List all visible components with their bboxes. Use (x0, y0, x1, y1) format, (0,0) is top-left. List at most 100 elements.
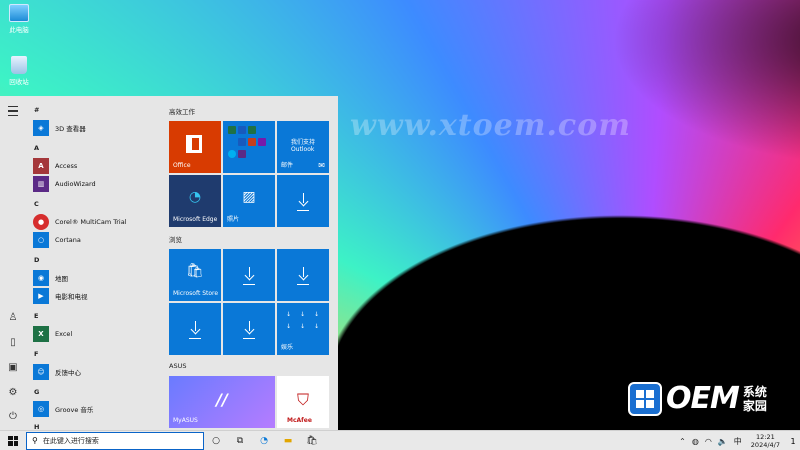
office-icon (186, 135, 202, 153)
word-mini-icon (238, 126, 246, 134)
app-audiowizard[interactable]: ▥ AudioWizard (33, 176, 96, 192)
download-icon: ↓ (313, 323, 320, 330)
power-icon[interactable]: ⏻ (6, 409, 20, 423)
edge-taskbar-icon[interactable]: ◔ (252, 431, 276, 450)
download-icon (298, 193, 308, 207)
app-cortana[interactable]: ○ Cortana (33, 232, 81, 248)
download-icon: ↓ (285, 311, 292, 318)
desktop-icon-recycle-bin[interactable]: 回收站 (2, 56, 36, 86)
settings-icon[interactable]: ⚙ (6, 385, 20, 399)
desktop-icon-label: 回收站 (9, 78, 29, 86)
mail-icon: ✉ (318, 161, 325, 170)
powerpoint-mini-icon (248, 138, 256, 146)
myasus-icon: // (216, 390, 228, 409)
task-view-icon[interactable]: ⧉ (228, 431, 252, 450)
tile-myasus[interactable]: // MyASUS (169, 376, 275, 428)
search-box[interactable]: ⚲ (26, 431, 204, 450)
documents-icon[interactable]: ▯ (6, 335, 20, 349)
tile-download-2[interactable] (223, 249, 275, 301)
download-icon: ↓ (299, 311, 306, 318)
pictures-icon[interactable]: ▣ (6, 360, 20, 374)
clock[interactable]: 12:21 2024/4/7 (751, 433, 780, 449)
tile-mcafee[interactable]: ⛉ McAfee (277, 376, 329, 428)
mcafee-shield-icon: ⛉ (296, 390, 309, 409)
oem-brand-logo: OEM 系统 家园 (628, 381, 767, 416)
app-access[interactable]: A Access (33, 158, 77, 174)
letter-header[interactable]: D (34, 256, 39, 264)
letter-header[interactable]: # (34, 106, 39, 114)
tile-entertainment[interactable]: ↓ ↓ ↓ ↓ ↓ ↓ 娱乐 (277, 303, 329, 355)
download-icon: ↓ (313, 311, 320, 318)
onenote-mini-icon (258, 138, 266, 146)
movies-icon: ▶ (33, 288, 49, 304)
audiowizard-icon: ▥ (33, 176, 49, 192)
tile-office[interactable]: Office (169, 121, 221, 173)
tile-photos[interactable]: ▨ 照片 (223, 175, 275, 227)
notification-icon[interactable]: 1 (786, 437, 800, 446)
letter-header[interactable]: E (34, 312, 38, 320)
network-icon[interactable]: ◍ (692, 437, 699, 446)
app-maps[interactable]: ◉ 地图 (33, 270, 68, 286)
app-excel[interactable]: X Excel (33, 326, 72, 342)
store-icon: 🛍 (186, 263, 204, 279)
app-corel-multicam[interactable]: ● Corel® MultiCam Trial (33, 214, 127, 230)
tile-office-apps[interactable] (223, 121, 275, 173)
download-icon (190, 321, 200, 335)
feedback-icon: ☺ (33, 364, 49, 380)
ime-indicator[interactable]: 中 (734, 436, 742, 447)
wallpaper-shade (320, 0, 800, 200)
tile-edge[interactable]: ◔ Microsoft Edge (169, 175, 221, 227)
system-tray: ⌃ ◍ ◠ 🔈 中 12:21 2024/4/7 1 (676, 431, 800, 450)
tile-download-5[interactable] (223, 303, 275, 355)
store-taskbar-icon[interactable]: 🛍 (300, 431, 324, 450)
cortana-icon: ○ (33, 232, 49, 248)
edge-icon: ◔ (188, 189, 202, 205)
tile-download-1[interactable] (277, 175, 329, 227)
letter-header[interactable]: G (34, 388, 39, 396)
windows-logo-icon (628, 381, 662, 416)
tile-download-3[interactable] (277, 249, 329, 301)
search-input[interactable] (42, 436, 193, 445)
desktop-icon-this-pc[interactable]: 此电脑 (2, 4, 36, 34)
computer-icon (9, 4, 29, 22)
wifi-icon[interactable]: ◠ (705, 437, 712, 446)
app-list: # ◈ 3D 查看器 A A Access ▥ AudioWizard C ● … (30, 96, 160, 431)
watermark-text: www.xtoem.com (350, 108, 631, 143)
menu-icon[interactable] (6, 104, 20, 118)
photos-icon: ▨ (242, 189, 256, 205)
tile-mail[interactable]: 我们支持 Outlook 邮件 ✉ (277, 121, 329, 173)
outlook-mini-icon (258, 126, 266, 134)
cortana-taskbar-icon[interactable]: ○ (204, 431, 228, 450)
group-title-browse[interactable]: 浏览 (169, 234, 182, 244)
groove-icon: ◎ (33, 401, 49, 417)
group-title-productivity[interactable]: 高效工作 (169, 106, 195, 116)
chevron-up-icon[interactable]: ⌃ (679, 437, 686, 446)
tile-download-4[interactable] (169, 303, 221, 355)
start-menu: ♙ ▯ ▣ ⚙ ⏻ # ◈ 3D 查看器 A A Access ▥ AudioW… (0, 96, 338, 431)
search-icon: ⚲ (32, 436, 38, 445)
letter-header[interactable]: F (34, 350, 38, 358)
file-explorer-icon[interactable]: ▬ (276, 431, 300, 450)
start-button[interactable] (0, 431, 26, 450)
app-feedback-hub[interactable]: ☺ 反馈中心 (33, 364, 81, 380)
app-groove-music[interactable]: ◎ Groove 音乐 (33, 401, 93, 417)
user-icon[interactable]: ♙ (6, 310, 20, 324)
group-title-asus[interactable]: ASUS (169, 362, 186, 370)
download-icon (244, 321, 254, 335)
desktop-icon-label: 此电脑 (9, 26, 29, 34)
onedrive-mini-icon (228, 138, 236, 146)
tile-area: 高效工作 Office 我们支持 Outlook 邮件 ✉ ◔ Microsof… (168, 96, 336, 430)
windows-icon (8, 435, 18, 446)
letter-header[interactable]: A (34, 144, 39, 152)
taskbar: ⚲ ○ ⧉ ◔ ▬ 🛍 ⌃ ◍ ◠ 🔈 中 12:21 2024/4/7 1 (0, 430, 800, 450)
letter-header[interactable]: C (34, 200, 39, 208)
notification-count: 1 (790, 436, 796, 446)
teams-mini-icon (238, 150, 246, 158)
download-icon: ↓ (285, 323, 292, 330)
access-icon: A (33, 158, 49, 174)
tile-store[interactable]: 🛍 Microsoft Store (169, 249, 221, 301)
volume-icon[interactable]: 🔈 (718, 437, 728, 446)
app-3d-viewer[interactable]: ◈ 3D 查看器 (33, 120, 86, 136)
word-mini-icon (238, 138, 246, 146)
app-movies-tv[interactable]: ▶ 电影和电视 (33, 288, 88, 304)
